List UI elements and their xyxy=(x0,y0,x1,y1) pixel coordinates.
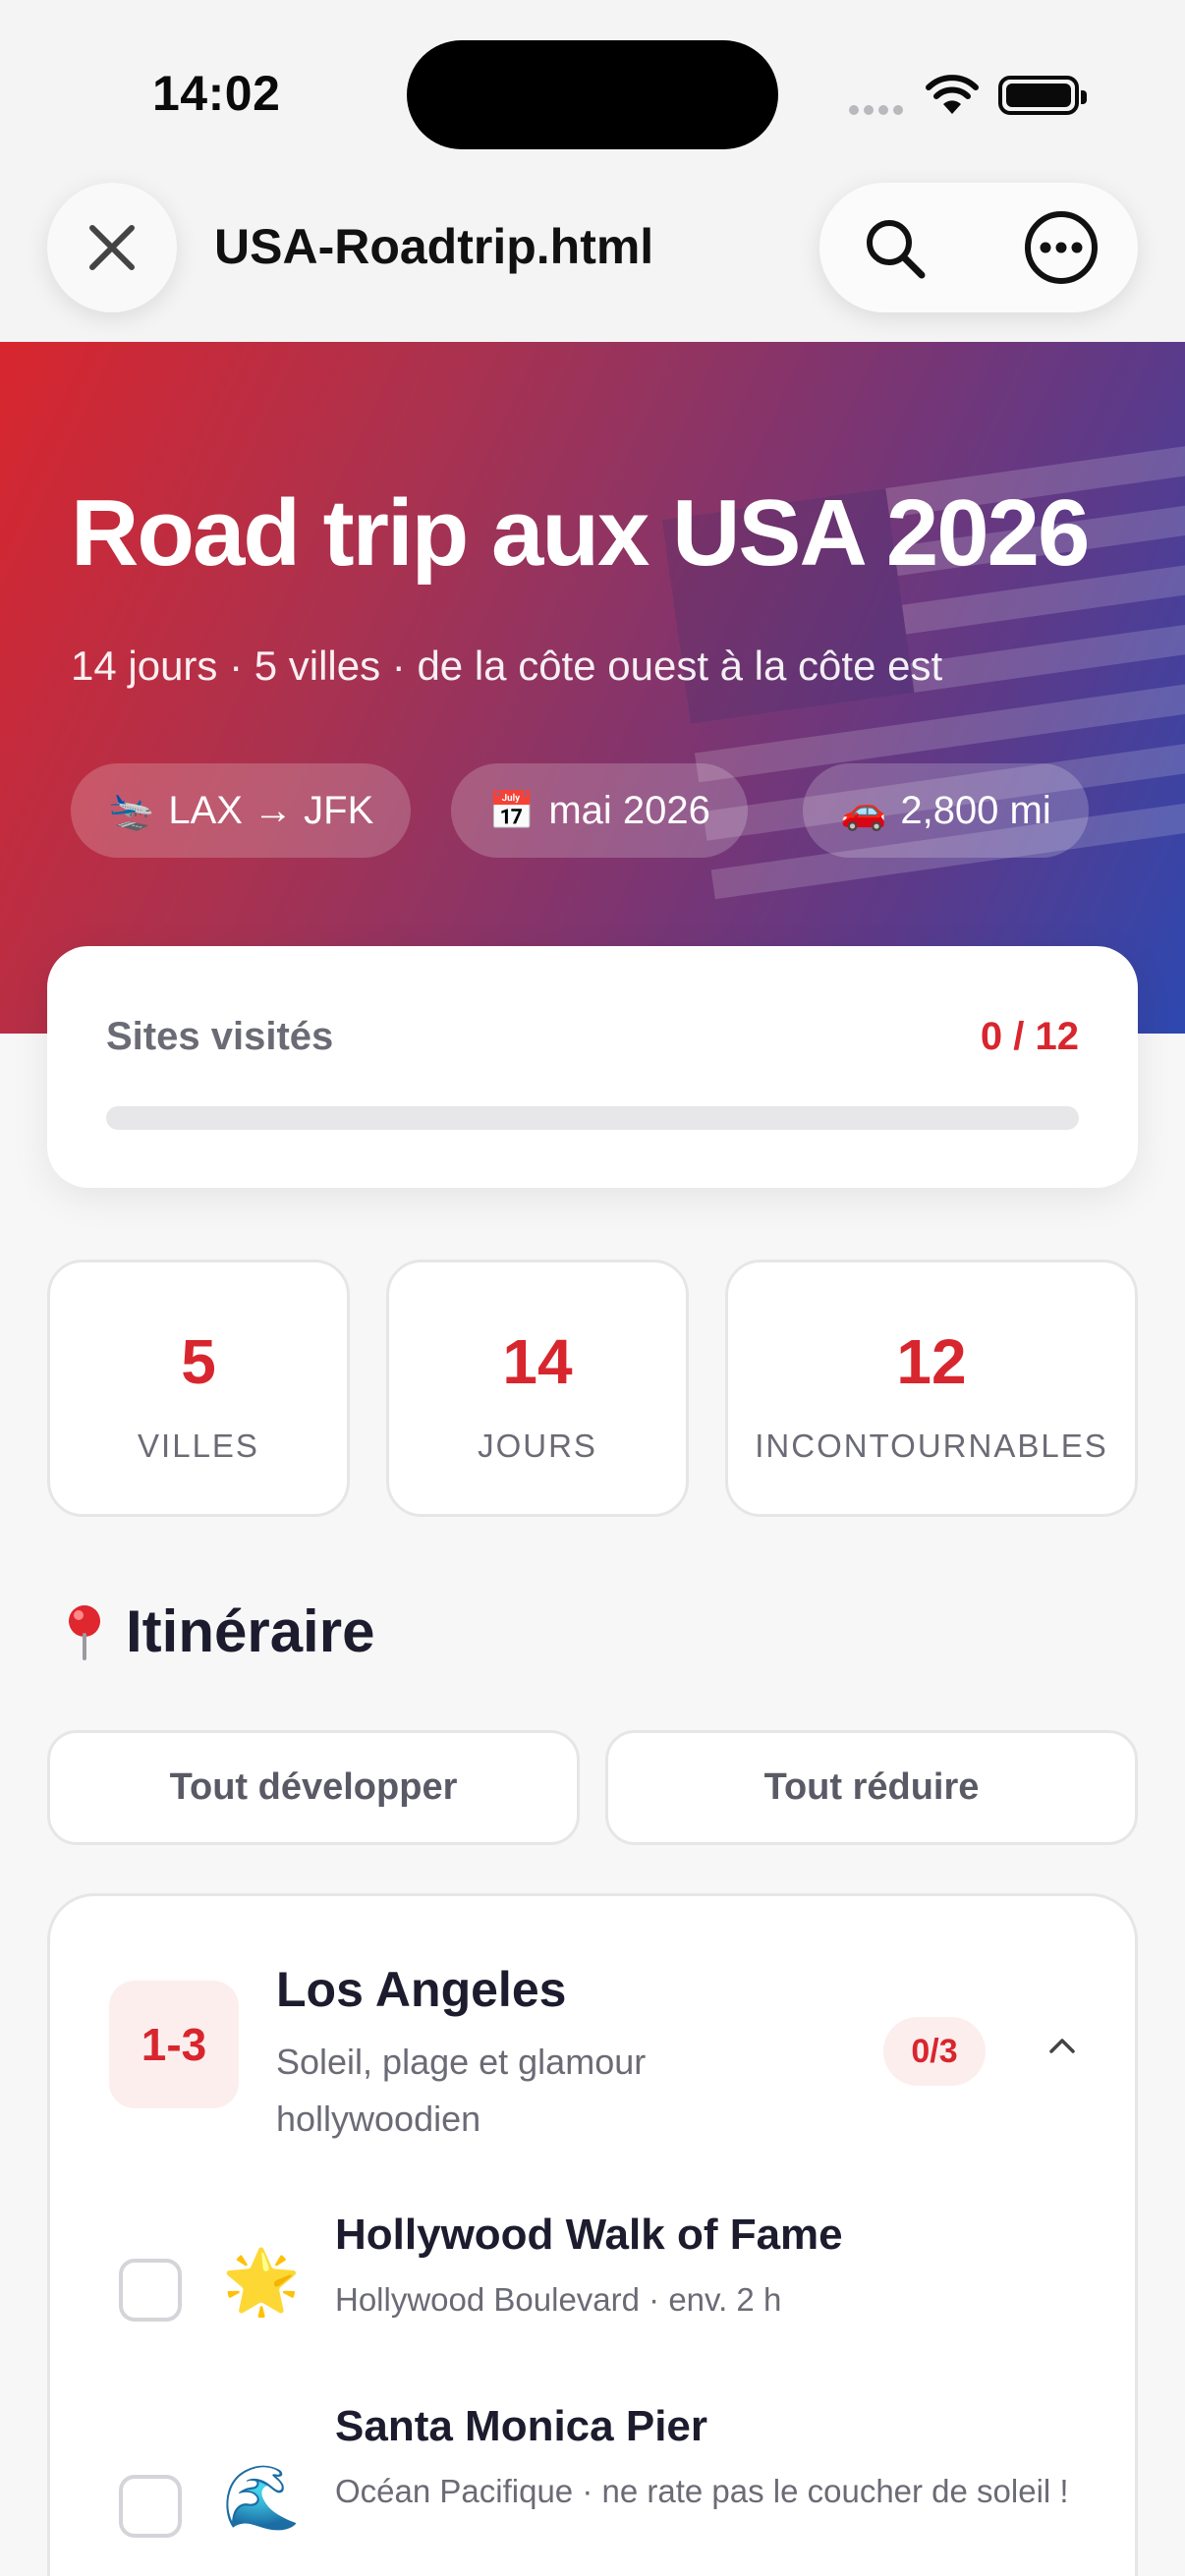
progress-count: 0 / 12 xyxy=(980,1015,1079,1058)
close-icon xyxy=(89,225,135,270)
city-name[interactable]: Los Angeles xyxy=(276,1961,566,2018)
search-button[interactable] xyxy=(851,204,939,293)
city-card: 1-3 Los Angeles Soleil, plage et glamour… xyxy=(47,1893,1138,2576)
stat-value: 14 xyxy=(502,1326,573,1397)
stat-label: VILLES xyxy=(138,1428,259,1464)
day-range-badge: 1-3 xyxy=(109,1981,239,2108)
site-checkbox[interactable] xyxy=(119,2259,182,2322)
stat-label: JOURS xyxy=(478,1428,597,1464)
expand-all-button[interactable]: Tout développer xyxy=(47,1730,580,1845)
site-description: Hollywood Boulevard · env. 2 h xyxy=(335,2281,782,2318)
toolbar-actions xyxy=(819,183,1138,312)
star-icon: 🌟 xyxy=(222,2246,301,2319)
document-title: USA-Roadtrip.html xyxy=(214,219,654,274)
stat-value: 12 xyxy=(896,1326,967,1397)
more-options-button[interactable] xyxy=(1016,202,1106,293)
search-icon xyxy=(867,220,926,279)
pin-icon xyxy=(69,1604,100,1660)
calendar-icon: 📅 xyxy=(488,788,536,832)
car-icon: 🚗 xyxy=(840,788,887,832)
close-button[interactable] xyxy=(47,183,177,312)
route-chip: 🛬 LAX → JFK xyxy=(71,763,412,858)
city-progress-badge: 0/3 xyxy=(883,2017,986,2086)
site-name: Hollywood Walk of Fame xyxy=(335,2211,843,2259)
chip-label: LAX → JFK xyxy=(168,788,374,832)
progress-label: Sites visités xyxy=(106,1015,334,1058)
stat-cities: 5 VILLES xyxy=(47,1260,350,1517)
stat-value: 5 xyxy=(181,1326,216,1397)
chip-label: 2,800 mi xyxy=(900,788,1051,832)
section-title-label: Itinéraire xyxy=(126,1598,375,1664)
progress-card: Sites visités 0 / 12 xyxy=(47,946,1138,1188)
cellular-signal-icon xyxy=(849,102,908,120)
site-name: Santa Monica Pier xyxy=(335,2402,708,2450)
site-description: Océan Pacifique · ne rate pas le coucher… xyxy=(335,2473,1069,2509)
wave-icon: 🌊 xyxy=(222,2462,301,2535)
airplane-arrival-icon: 🛬 xyxy=(108,788,155,832)
wifi-icon xyxy=(926,75,979,114)
more-icon xyxy=(1025,211,1098,284)
stat-days: 14 JOURS xyxy=(386,1260,689,1517)
hero-banner: Road trip aux USA 2026 14 jours · 5 vill… xyxy=(0,342,1185,1034)
clock: 14:02 xyxy=(152,66,281,121)
page-subtitle: 14 jours · 5 villes · de la côte ouest à… xyxy=(71,643,943,689)
battery-icon xyxy=(998,76,1087,115)
dynamic-island xyxy=(407,40,778,149)
stat-must-sees: 12 INCONTOURNABLES xyxy=(725,1260,1138,1517)
collapse-toggle[interactable] xyxy=(1033,2016,1092,2075)
progress-bar xyxy=(106,1106,1079,1130)
city-description: Soleil, plage et glamour hollywoodien xyxy=(276,2042,647,2139)
page-title: Road trip aux USA 2026 xyxy=(71,480,1090,586)
browser-toolbar: USA-Roadtrip.html xyxy=(0,157,1185,342)
chevron-up-icon xyxy=(1049,2039,1075,2053)
section-title: Itinéraire xyxy=(65,1597,374,1665)
distance-chip: 🚗 2,800 mi xyxy=(803,763,1089,858)
app-screen: 14:02 USA-Roadtrip.html Road trip aux US… xyxy=(0,0,1185,2576)
chip-label: mai 2026 xyxy=(548,788,710,832)
date-chip: 📅 mai 2026 xyxy=(451,763,748,858)
stat-label: INCONTOURNABLES xyxy=(755,1428,1108,1464)
site-checkbox[interactable] xyxy=(119,2475,182,2538)
collapse-all-button[interactable]: Tout réduire xyxy=(605,1730,1138,1845)
